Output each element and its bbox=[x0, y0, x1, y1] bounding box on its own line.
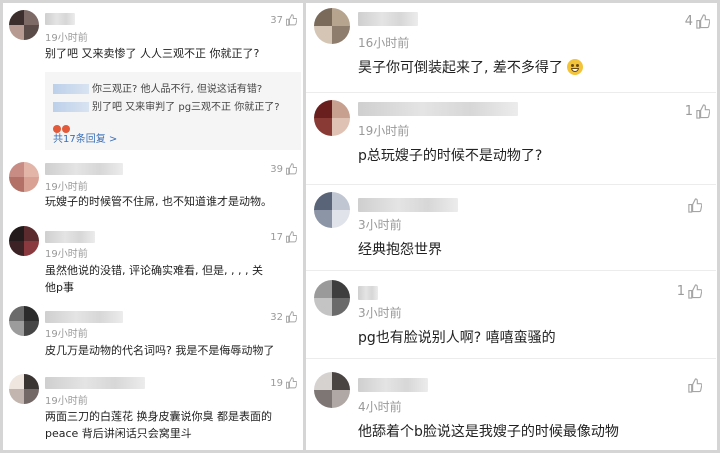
like-button[interactable]: 1 bbox=[677, 284, 702, 299]
comment-time: 16小时前 bbox=[358, 36, 410, 50]
username[interactable] bbox=[358, 198, 458, 212]
comment-item: 19小时前 39 玩嫂子的时候管不住屌, 也不知道谁才是动物。 bbox=[3, 160, 303, 220]
like-button[interactable]: 17 bbox=[270, 231, 297, 243]
reply-username[interactable] bbox=[53, 84, 89, 94]
avatar[interactable] bbox=[9, 226, 39, 256]
comment-item: 19小时前 32 皮几万是动物的代名词吗? 我是不是侮辱动物了 bbox=[3, 304, 303, 364]
comment-time: 4小时前 bbox=[358, 400, 402, 414]
avatar[interactable] bbox=[9, 162, 39, 192]
reply-preview[interactable]: 你三观正? 他人品不行, 但说这话有错? 别了吧 又来审判了 pg三观不正 你就… bbox=[45, 72, 301, 150]
username[interactable] bbox=[358, 102, 518, 116]
username[interactable] bbox=[358, 286, 378, 300]
comment-text-continued: 他p事 bbox=[45, 281, 74, 294]
username[interactable] bbox=[358, 378, 428, 392]
separator bbox=[306, 92, 716, 93]
reply-username[interactable] bbox=[53, 102, 89, 112]
comment-time: 19小时前 bbox=[45, 249, 88, 260]
comment-text: pg也有脸说别人啊? 嘻嘻蛮骚的 bbox=[358, 330, 556, 346]
like-button[interactable]: 32 bbox=[270, 311, 297, 323]
thumbs-up-icon bbox=[286, 311, 297, 323]
like-count: 4 bbox=[684, 14, 693, 29]
like-button[interactable]: 19 bbox=[270, 377, 297, 389]
comment-time: 19小时前 bbox=[45, 329, 88, 340]
like-count: 37 bbox=[270, 14, 283, 26]
like-button[interactable]: 1 bbox=[685, 104, 710, 119]
like-count: 39 bbox=[270, 163, 283, 175]
avatar[interactable] bbox=[9, 374, 39, 404]
thumbs-up-icon bbox=[286, 231, 297, 243]
like-button[interactable]: 4 bbox=[685, 14, 710, 29]
view-replies-link[interactable]: 共17条回复 > bbox=[53, 130, 117, 145]
thumbs-up-icon bbox=[688, 378, 702, 393]
comment-item: 19小时前 37 别了吧 又来卖惨了 人人三观不正 你就正了? 你三观正? 他人… bbox=[3, 0, 303, 160]
grinning-sweat-emoji bbox=[567, 59, 584, 75]
avatar[interactable] bbox=[314, 372, 350, 408]
comment-text-continued: peace 背后讲闲话只会窝里斗 bbox=[45, 427, 192, 440]
comment-text: 他舔着个b脸说这是我嫂子的时候最像动物 bbox=[358, 424, 619, 440]
thumbs-up-icon bbox=[286, 14, 297, 26]
left-comment-column[interactable]: 19小时前 37 别了吧 又来卖惨了 人人三观不正 你就正了? 你三观正? 他人… bbox=[3, 0, 303, 453]
comment-text: 皮几万是动物的代名词吗? 我是不是侮辱动物了 bbox=[45, 344, 275, 357]
like-button[interactable] bbox=[685, 378, 702, 393]
comment-text: 别了吧 又来卖惨了 人人三观不正 你就正了? bbox=[45, 47, 260, 60]
comment-time: 3小时前 bbox=[358, 218, 402, 232]
comment-item: 19小时前 1 p总玩嫂子的时候不是动物了? bbox=[306, 94, 716, 182]
comment-item: 19小时前 19 两面三刀的白莲花 换身皮囊说你臭 都是表面的 peace 背后… bbox=[3, 370, 303, 453]
username[interactable] bbox=[45, 13, 75, 25]
comment-item: 3小时前 经典抱怨世界 bbox=[306, 186, 716, 270]
reply-item: 别了吧 又来审判了 pg三观不正 你就正了? bbox=[53, 98, 280, 113]
comment-item: 4小时前 他舔着个b脸说这是我嫂子的时候最像动物 bbox=[306, 360, 716, 453]
username[interactable] bbox=[358, 12, 418, 26]
username[interactable] bbox=[45, 377, 145, 389]
thumbs-up-icon bbox=[696, 104, 710, 119]
comment-text: p总玩嫂子的时候不是动物了? bbox=[358, 148, 543, 164]
separator bbox=[306, 184, 716, 185]
thumbs-up-icon bbox=[688, 284, 702, 299]
like-button[interactable] bbox=[685, 198, 702, 213]
thumbs-up-icon bbox=[696, 14, 710, 29]
avatar[interactable] bbox=[9, 10, 39, 40]
username[interactable] bbox=[45, 311, 123, 323]
avatar[interactable] bbox=[314, 8, 350, 44]
comment-time: 19小时前 bbox=[45, 182, 88, 193]
comment-time: 19小时前 bbox=[45, 396, 88, 407]
like-count: 19 bbox=[270, 377, 283, 389]
comment-time: 19小时前 bbox=[45, 33, 88, 44]
comment-time: 3小时前 bbox=[358, 306, 402, 320]
comment-item: 3小时前 1 pg也有脸说别人啊? 嘻嘻蛮骚的 bbox=[306, 272, 716, 356]
thumbs-up-icon bbox=[688, 198, 702, 213]
like-count: 1 bbox=[676, 284, 685, 299]
like-button[interactable]: 39 bbox=[270, 163, 297, 175]
like-button[interactable]: 37 bbox=[270, 14, 297, 26]
thumbs-up-icon bbox=[286, 163, 297, 175]
sticker-emoji-icon bbox=[53, 118, 73, 133]
thumbs-up-icon bbox=[286, 377, 297, 389]
separator bbox=[306, 358, 716, 359]
username[interactable] bbox=[45, 231, 95, 243]
right-comment-column[interactable]: 16小时前 4 昊子你可倒装起来了, 差不多得了 19小时前 1 p总玩嫂子的时… bbox=[306, 0, 716, 453]
comment-text: 两面三刀的白莲花 换身皮囊说你臭 都是表面的 bbox=[45, 410, 272, 423]
username[interactable] bbox=[45, 163, 123, 175]
comment-text: 虽然他说的没错, 评论确实难看, 但是, , , , 关 bbox=[45, 264, 263, 277]
avatar[interactable] bbox=[314, 280, 350, 316]
comment-item: 19小时前 17 虽然他说的没错, 评论确实难看, 但是, , , , 关 他p… bbox=[3, 224, 303, 300]
like-count: 17 bbox=[270, 231, 283, 243]
avatar[interactable] bbox=[314, 192, 350, 228]
avatar[interactable] bbox=[314, 100, 350, 136]
comment-time: 19小时前 bbox=[358, 124, 410, 138]
avatar[interactable] bbox=[9, 306, 39, 336]
comment-text: 玩嫂子的时候管不住屌, 也不知道谁才是动物。 bbox=[45, 195, 272, 208]
separator bbox=[306, 270, 716, 271]
comment-text: 昊子你可倒装起来了, 差不多得了 bbox=[358, 58, 584, 78]
comment-text: 经典抱怨世界 bbox=[358, 242, 442, 258]
comment-item: 16小时前 4 昊子你可倒装起来了, 差不多得了 bbox=[306, 0, 716, 92]
like-count: 1 bbox=[684, 104, 693, 119]
reply-item: 你三观正? 他人品不行, 但说这话有错? bbox=[53, 80, 262, 95]
like-count: 32 bbox=[270, 311, 283, 323]
